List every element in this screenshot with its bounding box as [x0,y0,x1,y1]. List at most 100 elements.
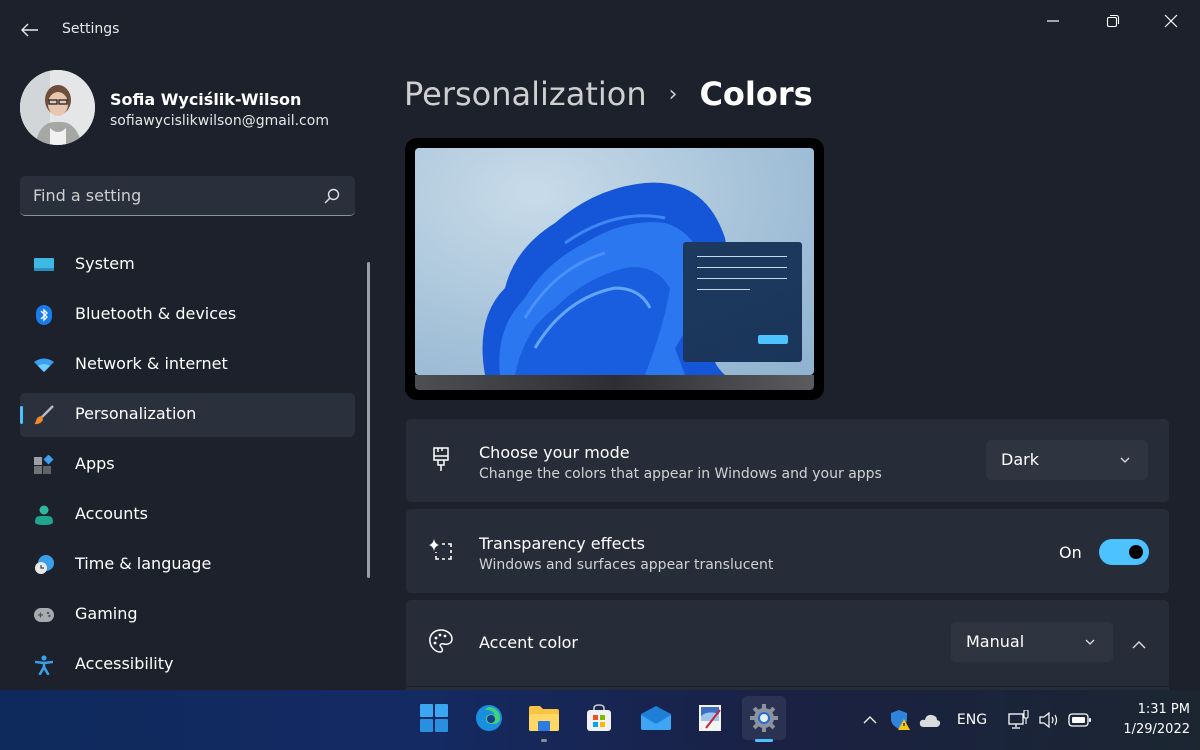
sidebar-item-time-language[interactable]: Time & language [20,543,355,587]
bluetooth-icon [34,305,54,325]
transparency-title: Transparency effects [479,534,645,553]
user-profile[interactable]: Sofia Wyciślik-Wilson sofiawycislikwilso… [20,70,360,146]
theme-preview [405,138,824,400]
edge-icon [476,705,502,731]
sidebar-item-label: Accessibility [75,654,174,673]
chevron-up-icon [1132,641,1146,649]
sidebar-item-accessibility[interactable]: Accessibility [20,643,355,687]
sidebar-item-accounts[interactable]: Accounts [20,493,355,537]
store-icon [587,704,611,731]
collapse-accent-button[interactable] [1124,630,1154,660]
sidebar-item-label: System [75,254,135,273]
preview-accent-button [758,335,788,344]
taskbar-mail[interactable] [634,696,678,740]
chevron-up-icon [863,716,877,724]
paint-brush-outline-icon [428,447,454,473]
sidebar-item-system[interactable]: System [20,243,355,287]
tray-language[interactable]: ENG [952,708,992,732]
paintbrush-icon [34,405,54,425]
taskbar-store[interactable] [577,696,621,740]
mode-title: Choose your mode [479,443,630,462]
choose-mode-card: Choose your mode Change the colors that … [406,419,1169,502]
tray-security[interactable] [888,708,912,732]
palette-icon [428,628,454,654]
back-arrow-icon [21,23,38,37]
taskbar-file-explorer[interactable] [522,696,566,742]
tray-battery[interactable] [1066,708,1094,732]
close-icon [1164,14,1178,28]
shield-warning-icon [891,710,910,730]
search-icon[interactable] [323,187,341,205]
paint-icon [699,705,721,731]
transparency-toggle[interactable] [1099,539,1149,565]
windows-start-icon [420,704,448,732]
restore-icon [1106,14,1120,28]
divider [406,686,1169,687]
accent-dropdown-value: Manual [966,632,1025,651]
tray-clock[interactable]: 1:31 PM 1/29/2022 [1100,700,1190,740]
globe-clock-icon [34,555,54,575]
show-hidden-icons-button[interactable] [860,708,880,732]
mode-dropdown[interactable]: Dark [986,440,1148,480]
accessibility-icon [34,655,54,675]
settings-gear-icon [750,704,778,732]
back-button[interactable] [16,18,44,42]
accent-dropdown[interactable]: Manual [951,622,1113,662]
active-indicator [20,406,23,424]
transparency-card: Transparency effects Windows and surface… [406,509,1169,593]
accent-title: Accent color [479,633,578,652]
sidebar-item-label: Apps [75,454,115,473]
sidebar-item-network[interactable]: Network & internet [20,343,355,387]
tray-network[interactable] [1006,708,1032,732]
apps-icon [34,455,54,475]
preview-app-window [683,242,802,362]
transparency-description: Windows and surfaces appear translucent [479,557,774,573]
taskbar-paint[interactable] [688,696,732,740]
taskbar: ENG 1:31 PM 1/29/2022 [0,690,1200,750]
transparency-state-label: On [1059,543,1082,562]
sidebar-item-label: Accounts [75,504,148,523]
preview-taskbar [415,375,814,390]
taskbar-edge[interactable] [467,696,511,740]
toggle-knob [1129,545,1143,559]
taskbar-start[interactable] [412,696,456,740]
tray-onedrive[interactable] [918,708,942,732]
clock-time: 1:31 PM [1137,702,1190,717]
search-box [20,176,355,216]
preview-wallpaper [415,148,814,375]
battery-icon [1068,713,1091,727]
profile-name: Sofia Wyciślik-Wilson [110,90,302,109]
tray-volume[interactable] [1036,708,1062,732]
close-button[interactable] [1148,6,1194,36]
breadcrumb-separator: › [668,81,678,107]
page-title: Colors [699,75,813,113]
sidebar-item-gaming[interactable]: Gaming [20,593,355,637]
accent-color-card: Accent color Manual [406,600,1169,690]
profile-email: sofiawycislikwilson@gmail.com [110,113,329,129]
mode-description: Change the colors that appear in Windows… [479,466,882,482]
sidebar-item-apps[interactable]: Apps [20,443,355,487]
cloud-icon [919,714,941,727]
taskbar-settings[interactable] [742,696,786,742]
person-icon [34,505,54,525]
minimize-button[interactable] [1030,6,1076,36]
search-input[interactable] [20,176,310,214]
sidebar-item-bluetooth[interactable]: Bluetooth & devices [20,293,355,337]
breadcrumb-parent[interactable]: Personalization [404,75,647,113]
title-bar: Settings [0,0,1200,60]
active-app-indicator [755,739,773,742]
clock-date: 1/29/2022 [1123,722,1190,737]
sidebar-scrollbar[interactable] [367,262,370,578]
ethernet-icon [1008,710,1029,729]
sidebar-nav: System Bluetooth & devices Network & int… [20,243,355,690]
app-title: Settings [62,21,120,37]
avatar [20,70,95,145]
sidebar-item-label: Gaming [75,604,138,623]
mode-dropdown-value: Dark [1001,450,1039,469]
wifi-icon [34,355,54,375]
restore-button[interactable] [1090,6,1136,36]
gamepad-icon [34,605,54,625]
sidebar-item-personalization[interactable]: Personalization [20,393,355,437]
folder-icon [529,706,559,731]
sidebar-item-label: Time & language [75,554,212,573]
